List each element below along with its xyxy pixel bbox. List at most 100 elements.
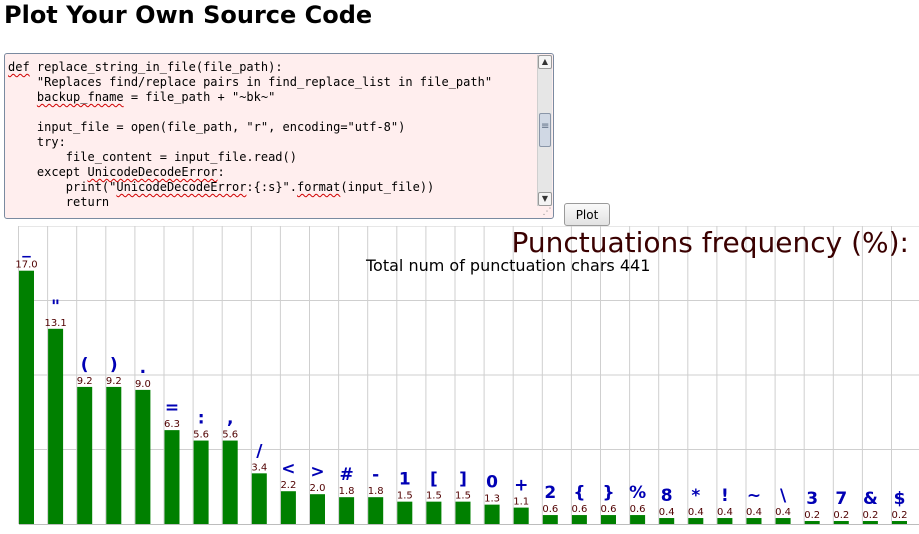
bar-category-symbol: 3 (806, 489, 818, 509)
code-segment: file_content = input_file.read() (8, 150, 297, 164)
bar-value-label: 0.2 (804, 510, 820, 521)
chevron-up-icon[interactable]: ▲ (538, 55, 552, 69)
bar-category-symbol: ( (81, 355, 89, 375)
bar-category-symbol: . (140, 358, 146, 378)
code-line: return (8, 195, 109, 209)
bar-value-label: 1.5 (455, 491, 471, 502)
bar-value-label: 1.3 (484, 494, 500, 505)
code-segment: :{:s}". (246, 180, 297, 194)
code-segment: return (8, 195, 110, 209)
plot-button[interactable]: Plot (564, 203, 610, 226)
bar (601, 515, 616, 524)
bar (164, 430, 180, 524)
bar (630, 515, 646, 524)
bar (106, 386, 122, 524)
bar (746, 518, 762, 524)
bar-value-label: 0.4 (746, 507, 762, 518)
bar-value-label: 0.4 (688, 507, 704, 518)
code-segment: replace_string_in_file(file_path): (29, 60, 283, 74)
bar-value-label: 6.3 (164, 419, 180, 430)
code-line: file_content = input_file.read() (8, 150, 297, 164)
bar (222, 440, 238, 524)
bar (484, 504, 500, 524)
bar-category-symbol: 1 (399, 470, 411, 490)
bar-category-symbol: { (573, 483, 585, 503)
source-code-textarea[interactable]: def replace_string_in_file(file_path): "… (4, 53, 554, 219)
bar-value-label: 0.4 (659, 507, 675, 518)
bar (193, 440, 209, 524)
bar-value-label: 9.2 (106, 376, 122, 387)
code-line: try: (8, 135, 66, 149)
spellcheck-flagged-word: format (297, 180, 341, 194)
bar (775, 518, 791, 524)
bar-value-label: 0.6 (571, 504, 587, 515)
bar-category-symbol: ) (110, 355, 118, 375)
bar-category-symbol: ] (459, 470, 467, 490)
code-line: print("UnicodeDecodeError:{:s}".format(i… (8, 180, 434, 194)
bar-category-symbol: " (51, 297, 60, 317)
bar-category-symbol: # (339, 465, 353, 485)
bar-value-label: 1.5 (397, 491, 413, 502)
bar-value-label: 17.0 (15, 260, 37, 271)
bar-value-label: 0.4 (717, 507, 733, 518)
bar (339, 497, 355, 524)
page-title: Plot Your Own Source Code (4, 1, 373, 29)
bar (804, 521, 820, 524)
bar-category-symbol: ~ (747, 486, 761, 506)
bar-category-symbol: } (602, 483, 614, 503)
bar-category-symbol: : (198, 409, 205, 429)
bar-value-label: 0.4 (775, 507, 791, 518)
bar (280, 491, 296, 524)
vertical-scrollbar[interactable]: ▲ ▼ (537, 55, 552, 206)
bar (717, 518, 733, 524)
code-line: input_file = open(file_path, "r", encodi… (8, 120, 405, 134)
bar-value-label: 1.8 (368, 486, 384, 497)
bar-category-symbol: < (281, 459, 295, 479)
bar (48, 328, 64, 524)
code-segment: print(" (8, 180, 117, 194)
bar (368, 497, 384, 524)
bar (19, 270, 34, 524)
bar (892, 521, 907, 524)
resize-grip-icon[interactable]: ⋰ (542, 207, 552, 217)
bar (571, 515, 587, 524)
bar (833, 521, 849, 524)
bar-value-label: 2.2 (280, 480, 296, 491)
bar (542, 515, 558, 524)
bar-value-label: 1.5 (426, 491, 442, 502)
bar-category-symbol: 0 (486, 473, 498, 493)
scrollbar-thumb[interactable] (539, 113, 551, 147)
code-line: except UnicodeDecodeError: (8, 165, 225, 179)
bar-value-label: 2.0 (310, 483, 326, 494)
code-line: backup_fname = file_path + "~bk~" (8, 90, 275, 104)
bar-category-symbol: 2 (544, 483, 556, 503)
bar-category-symbol: [ (430, 470, 438, 490)
bar (426, 501, 442, 524)
bar (251, 473, 267, 524)
code-segment: except (8, 165, 88, 179)
code-segment: try: (8, 135, 66, 149)
code-segment: (input_file)) (340, 180, 435, 194)
spellcheck-flagged-word: UnicodeDecodeError (87, 165, 218, 179)
bar-value-label: 5.6 (222, 430, 238, 441)
bar-value-label: 13.1 (44, 318, 66, 329)
bar (513, 507, 529, 524)
chevron-down-icon[interactable]: ▼ (538, 192, 552, 206)
chart-title: Punctuations frequency (%): (511, 226, 909, 259)
bar-category-symbol: * (691, 486, 700, 506)
code-segment: input_file = open(file_path, "r", encodi… (8, 120, 406, 134)
bar-value-label: 5.6 (193, 430, 209, 441)
bar-category-symbol: _ (22, 239, 31, 259)
spellcheck-flagged-word: backup_fname (36, 90, 124, 104)
code-segment: = file_path + "~bk~" (123, 90, 276, 104)
bar-category-symbol: 8 (661, 486, 673, 506)
bar (397, 501, 413, 524)
code-line: def replace_string_in_file(file_path): (8, 60, 283, 74)
spellcheck-flagged-word: UnicodeDecodeError (116, 180, 247, 194)
bar (77, 386, 93, 524)
bar (455, 501, 471, 524)
source-code-text[interactable]: def replace_string_in_file(file_path): "… (8, 60, 492, 210)
bar-value-label: 0.2 (892, 510, 908, 521)
bar-category-symbol: ! (721, 486, 729, 506)
